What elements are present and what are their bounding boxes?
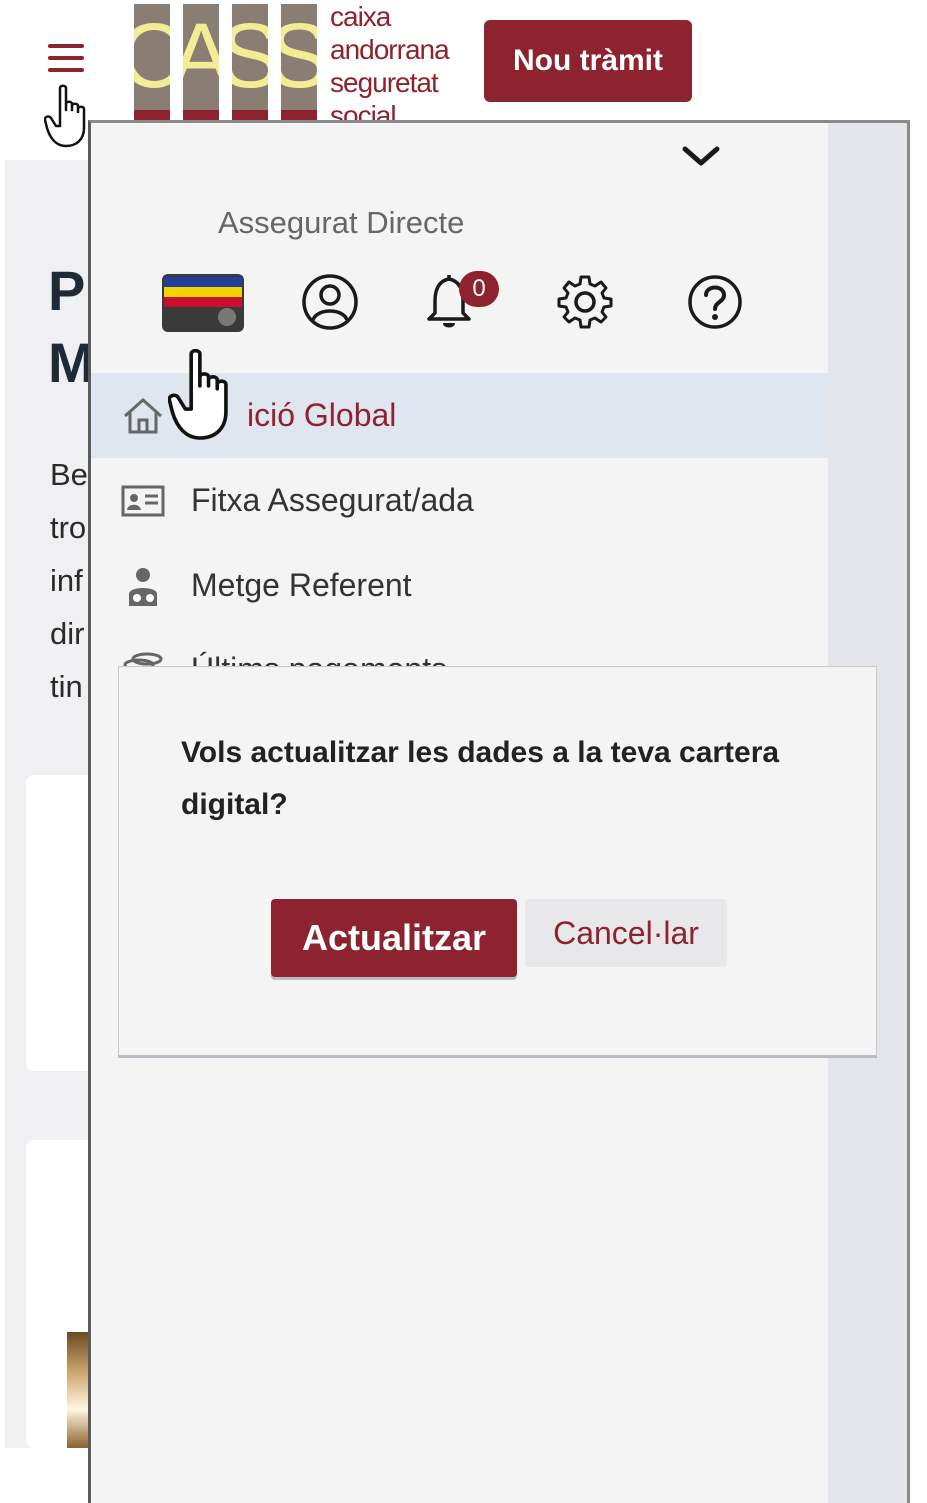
logo-wordmark: caixa andorrana seguretat social [330, 0, 470, 132]
menu-item-label: Fitxa Assegurat/ada [191, 482, 474, 518]
background-thumbnail-image [67, 1332, 89, 1448]
hamburger-menu-icon[interactable] [48, 44, 84, 74]
logo-letter: C [134, 4, 170, 120]
intro-text-line: dir [50, 616, 85, 651]
menu-item-label: ició Global [247, 397, 397, 433]
intro-text-line: tin [50, 669, 83, 704]
dialog-message: Vols actualitzar les dades a la teva car… [181, 736, 780, 821]
hand-cursor-icon [44, 84, 86, 148]
gear-icon[interactable] [557, 273, 613, 331]
logo-letter: S [232, 4, 268, 120]
logo-text-line: seguretat [330, 67, 439, 98]
intro-text-line: tro [50, 510, 87, 545]
menu-item-label: Metge Referent [191, 567, 412, 603]
home-icon [124, 397, 162, 433]
logo-letter: S [281, 4, 317, 120]
background-card [26, 775, 96, 1071]
new-procedure-button[interactable]: Nou tràmit [484, 20, 692, 102]
user-name: Assegurat Directe [218, 205, 465, 240]
intro-text-line: inf [50, 563, 83, 598]
logo-text-line: caixa [330, 1, 391, 32]
cancel-button[interactable]: Cancel·lar [525, 899, 727, 967]
logo-text-line: andorrana [330, 34, 450, 65]
id-card-icon [121, 485, 165, 516]
hand-cursor-icon [168, 348, 228, 440]
update-button[interactable]: Actualitzar [271, 899, 517, 977]
wallet-card-icon[interactable] [161, 273, 245, 333]
intro-text: Be tro inf dir tin [50, 448, 88, 713]
logo-letter: A [183, 4, 219, 120]
chevron-down-icon[interactable] [681, 137, 721, 177]
cass-logo[interactable]: C A S S caixa andorrana seguretat social [134, 1, 454, 131]
menu-item-reference-doctor[interactable]: Metge Referent [91, 543, 828, 628]
notification-count-badge: 0 [459, 271, 499, 307]
intro-text-line: Be [50, 457, 88, 492]
menu-item-insured-record[interactable]: Fitxa Assegurat/ada [91, 458, 828, 543]
user-circle-icon[interactable] [301, 273, 359, 331]
doctor-icon [129, 567, 157, 606]
logo-letters: C A S S [134, 4, 330, 120]
update-wallet-dialog: Vols actualitzar les dades a la teva car… [118, 666, 877, 1058]
help-circle-icon[interactable] [687, 273, 743, 331]
